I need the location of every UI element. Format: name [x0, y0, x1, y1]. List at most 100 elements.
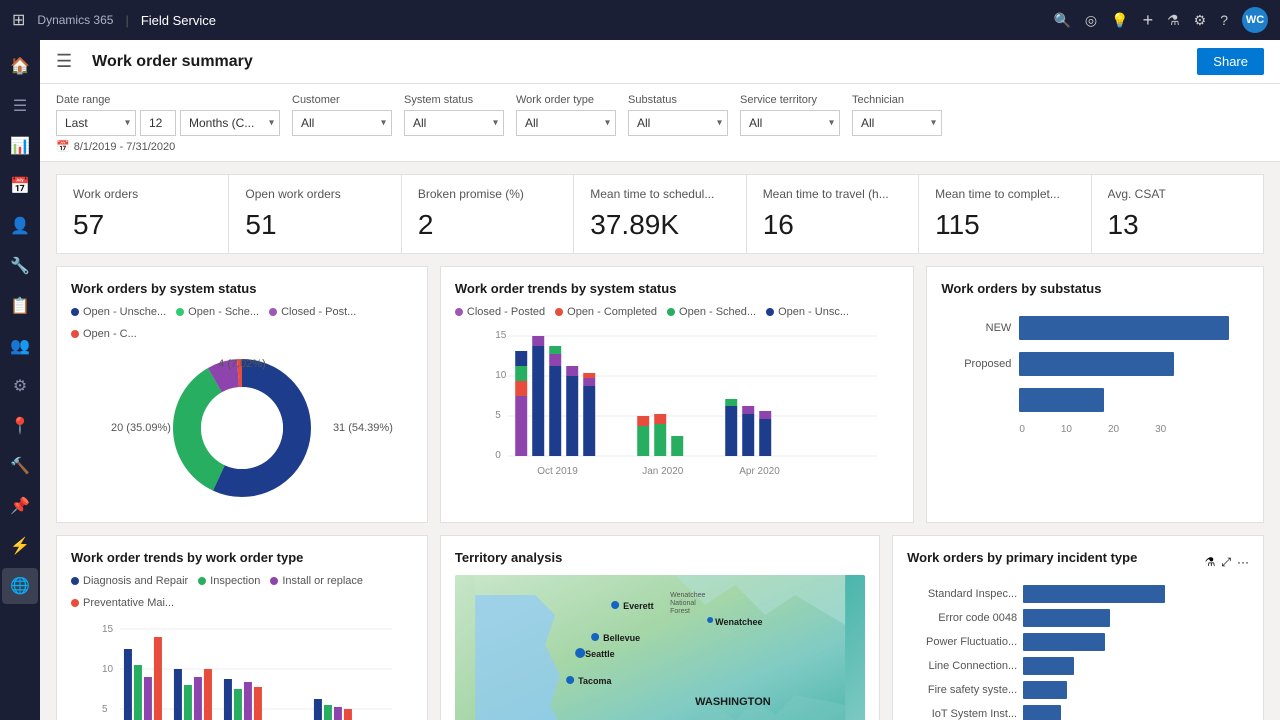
substatus-filter: Substatus All [628, 94, 728, 136]
menu-toggle-button[interactable]: ☰ [56, 51, 72, 72]
top-nav-icons: 🔍 ◎ 💡 + ⚗ ⚙ ? WC [1053, 7, 1268, 33]
incident-label: Power Fluctuatio... [907, 636, 1017, 648]
kpi-card: Mean time to complet... 115 [919, 174, 1091, 254]
map-svg: Everett Bellevue Seattle Tacoma Wenatche… [455, 575, 865, 720]
incident-bar [1023, 585, 1165, 603]
date-range-filter: Date range Last Months (C... [56, 94, 280, 136]
chart-status-title: Work orders by system status [71, 281, 413, 296]
legend-label: Open - C... [83, 328, 137, 340]
top-navigation: ⊞ Dynamics 365 | Field Service 🔍 ◎ 💡 + ⚗… [0, 0, 1280, 40]
kpi-card: Work orders 57 [56, 174, 229, 254]
work-order-type-filter: Work order type All [516, 94, 616, 136]
service-territory-select[interactable]: All [740, 110, 840, 136]
sidebar-icon-globe[interactable]: 🌐 [2, 568, 38, 604]
legend-label: Inspection [210, 575, 260, 587]
svg-text:5: 5 [102, 704, 108, 715]
charts-row-1: Work orders by system status Open - Unsc… [56, 266, 1264, 523]
svg-text:0: 0 [495, 450, 501, 461]
legend-label: Open - Sched... [679, 306, 756, 318]
kpi-value: 13 [1108, 209, 1247, 241]
target-icon[interactable]: ◎ [1085, 12, 1097, 29]
legend-item: Inspection [198, 575, 260, 587]
lightbulb-icon[interactable]: 💡 [1111, 12, 1128, 29]
share-button[interactable]: Share [1197, 48, 1264, 75]
substatus-select[interactable]: All [628, 110, 728, 136]
svg-text:5: 5 [495, 410, 501, 421]
substatus-bar-proposed: Proposed [941, 352, 1249, 376]
incident-bar [1023, 633, 1105, 651]
chart-incident-title-row: Work orders by primary incident type ⚗ ⤢… [907, 550, 1249, 575]
sidebar-icon-lightning[interactable]: ⚡ [2, 528, 38, 564]
date-last-dropdown-wrapper: Last [56, 110, 136, 136]
sidebar-icon-calendar[interactable]: 📅 [2, 168, 38, 204]
chart-trends-legend: Closed - Posted Open - Completed Open - Sc… [455, 306, 899, 318]
service-territory-filter: Service territory All [740, 94, 840, 136]
legend-label: Open - Sche... [188, 306, 259, 318]
svg-text:Bellevue: Bellevue [603, 633, 640, 643]
donut-label-right: 31 (54.39%) [333, 422, 393, 434]
expand-chart-icon[interactable]: ⤢ [1221, 555, 1231, 570]
add-icon[interactable]: + [1143, 10, 1154, 31]
sidebar-icon-dashboard[interactable]: 📊 [2, 128, 38, 164]
chart-work-order-trends: Work order trends by system status Close… [440, 266, 914, 523]
work-order-type-select[interactable]: All [516, 110, 616, 136]
kpi-value: 57 [73, 209, 212, 241]
svg-text:10: 10 [495, 370, 507, 381]
sidebar-icon-pin[interactable]: 📌 [2, 488, 38, 524]
substatus-axis-0: 0 [1019, 424, 1025, 435]
service-territory-label: Service territory [740, 94, 840, 106]
technician-select[interactable]: All [852, 110, 942, 136]
sidebar-icon-home[interactable]: 🏠 [2, 48, 38, 84]
chart-territory-title: Territory analysis [455, 550, 865, 565]
brand-d365: Dynamics 365 [37, 13, 113, 27]
substatus-bar-proposed-fill [1019, 352, 1174, 376]
sidebar-icon-menu[interactable]: ☰ [2, 88, 38, 124]
sidebar-icon-contacts[interactable]: 👤 [2, 208, 38, 244]
donut-label-top: 4 (7.02%) [218, 358, 266, 370]
chart-substatus-title: Work orders by substatus [941, 281, 1249, 296]
kpi-cards-row: Work orders 57 Open work orders 51 Broke… [40, 162, 1280, 266]
legend-item: Closed - Posted [455, 306, 545, 318]
chart-territory-analysis: Territory analysis [440, 535, 880, 720]
sidebar-icon-settings[interactable]: ⚙ [2, 368, 38, 404]
chart-type-title: Work order trends by work order type [71, 550, 413, 565]
legend-item: Diagnosis and Repair [71, 575, 188, 587]
date-value-input[interactable] [140, 110, 176, 136]
date-last-select[interactable]: Last [56, 110, 136, 136]
svg-text:Oct 2019: Oct 2019 [537, 466, 578, 477]
search-icon[interactable]: 🔍 [1053, 12, 1070, 29]
legend-label: Closed - Post... [281, 306, 356, 318]
waffle-icon[interactable]: ⊞ [12, 10, 25, 30]
sidebar-icon-map[interactable]: 📍 [2, 408, 38, 444]
help-icon[interactable]: ? [1220, 12, 1228, 28]
kpi-value: 115 [935, 209, 1074, 241]
chart-incident-title: Work orders by primary incident type [907, 550, 1137, 565]
legend-label: Open - Completed [567, 306, 657, 318]
incident-row: Error code 0048 [907, 609, 1249, 627]
customer-select[interactable]: All [292, 110, 392, 136]
svg-text:10: 10 [102, 664, 114, 675]
sidebar-icon-people[interactable]: 👥 [2, 328, 38, 364]
system-status-select[interactable]: All [404, 110, 504, 136]
date-unit-select[interactable]: Months (C... [180, 110, 280, 136]
sidebar-icon-orders[interactable]: 📋 [2, 288, 38, 324]
sidebar-icon-wrench[interactable]: 🔨 [2, 448, 38, 484]
charts-row-2: Work order trends by work order type Dia… [56, 535, 1264, 720]
more-chart-icon[interactable]: ··· [1237, 555, 1249, 570]
avatar[interactable]: WC [1242, 7, 1268, 33]
incident-label: Fire safety syste... [907, 684, 1017, 696]
kpi-card: Broken promise (%) 2 [402, 174, 574, 254]
legend-dot [71, 599, 79, 607]
filter-icon[interactable]: ⚗ [1167, 12, 1180, 29]
incident-label: Line Connection... [907, 660, 1017, 672]
settings-icon[interactable]: ⚙ [1194, 12, 1207, 29]
incident-label: IoT System Inst... [907, 708, 1017, 720]
sidebar-icon-tools[interactable]: 🔧 [2, 248, 38, 284]
technician-label: Technician [852, 94, 942, 106]
filter-chart-icon[interactable]: ⚗ [1205, 555, 1216, 570]
work-order-type-dropdown-wrapper: All [516, 110, 616, 136]
incident-row: Power Fluctuatio... [907, 633, 1249, 651]
app-name: Field Service [141, 13, 216, 28]
system-status-dropdown-wrapper: All [404, 110, 504, 136]
svg-text:Wenatchee: Wenatchee [715, 617, 762, 627]
